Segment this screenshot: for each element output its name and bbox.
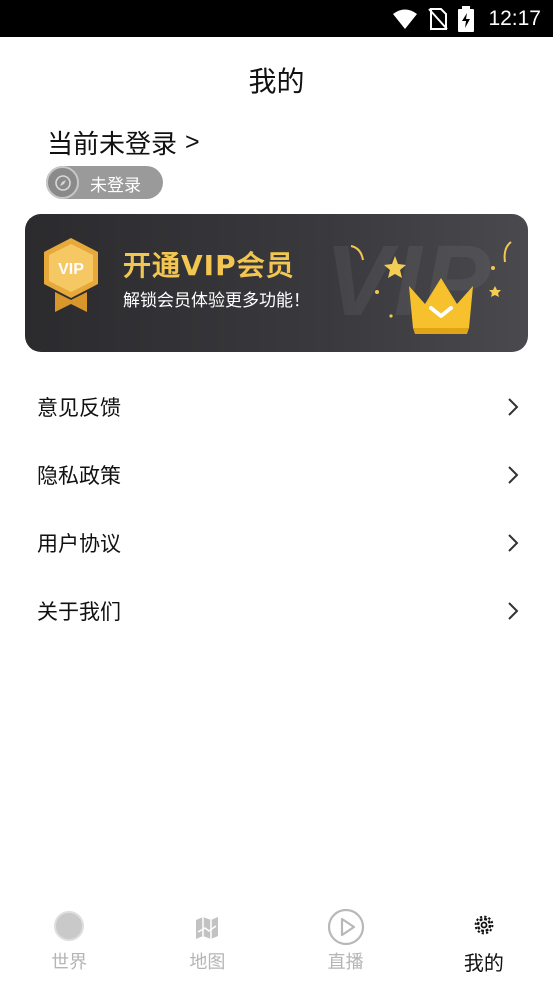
login-arrow: > xyxy=(185,128,200,156)
login-status-label: 未登录 xyxy=(90,176,141,196)
nav-tab-map[interactable]: 地图 xyxy=(138,900,276,983)
vip-shield-icon: VIP xyxy=(44,238,98,312)
chevron-right-icon xyxy=(508,466,519,484)
nav-tab-mine[interactable]: 我的 xyxy=(415,900,553,983)
bottom-nav: 世界 地图 直播 我的 xyxy=(0,900,553,983)
menu-item-label: 隐私政策 xyxy=(37,464,121,488)
menu-item-label: 用户协议 xyxy=(37,532,121,556)
menu-item-user-agreement[interactable]: 用户协议 xyxy=(0,509,553,577)
nav-label: 世界 xyxy=(51,952,88,973)
chevron-right-icon xyxy=(508,398,519,416)
play-icon xyxy=(327,908,364,946)
nav-tab-world[interactable]: 世界 xyxy=(0,900,138,983)
battery-charging-icon xyxy=(458,5,475,32)
nav-label: 地图 xyxy=(189,952,226,973)
nav-label: 直播 xyxy=(327,952,364,973)
page-title: 我的 xyxy=(248,65,305,98)
menu-item-label: 关于我们 xyxy=(37,600,121,624)
menu-item-feedback[interactable]: 意见反馈 xyxy=(0,373,553,441)
status-bar: 12:17 xyxy=(0,0,553,37)
nav-label: 我的 xyxy=(463,951,504,975)
wifi-icon xyxy=(393,9,418,29)
chevron-right-icon xyxy=(508,602,519,620)
no-sim-icon xyxy=(428,7,449,30)
login-prompt: 当前未登录 xyxy=(47,130,178,160)
status-time: 12:17 xyxy=(488,6,541,30)
vip-title: 开通VIP会员 xyxy=(123,249,295,282)
globe-icon xyxy=(54,911,85,941)
login-link[interactable]: 当前未登录 > xyxy=(47,124,200,161)
menu-item-about-us[interactable]: 关于我们 xyxy=(0,577,553,645)
settings-menu: 意见反馈 隐私政策 用户协议 关于我们 xyxy=(0,373,553,645)
menu-item-label: 意见反馈 xyxy=(37,396,121,420)
status-icons: 12:17 xyxy=(392,0,541,37)
crown-icon xyxy=(350,241,512,334)
vip-shield-text: VIP xyxy=(58,261,84,278)
compass-icon xyxy=(46,166,79,199)
login-status-badge[interactable]: 未登录 xyxy=(46,166,163,199)
chevron-right-icon xyxy=(508,534,519,552)
map-icon xyxy=(196,917,219,939)
vip-subtitle: 解锁会员体验更多功能！ xyxy=(123,291,310,311)
gear-icon xyxy=(474,915,494,935)
vip-banner[interactable]: VIP VIP 开通VIP会员 解锁会员体验更多功能！ xyxy=(25,214,528,352)
menu-item-privacy-policy[interactable]: 隐私政策 xyxy=(0,441,553,509)
nav-tab-live[interactable]: 直播 xyxy=(277,900,415,983)
